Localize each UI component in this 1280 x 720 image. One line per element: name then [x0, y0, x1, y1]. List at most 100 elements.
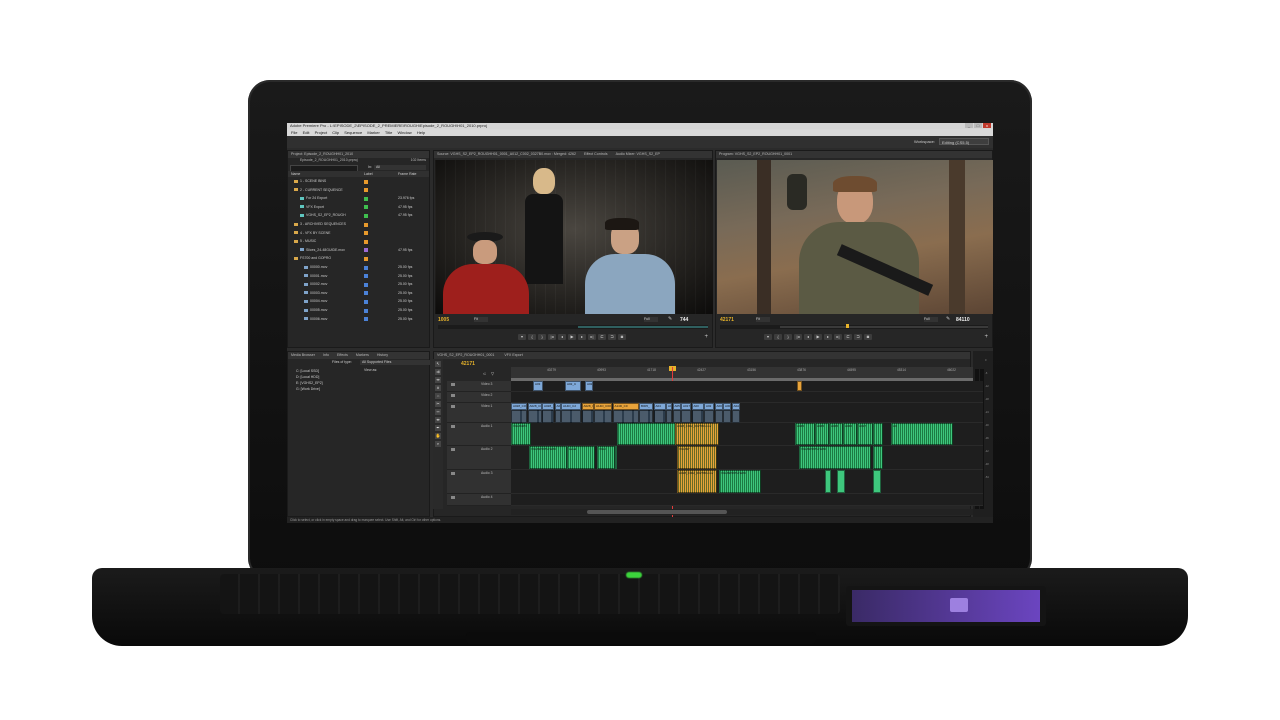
menu-help[interactable]: Help: [417, 130, 425, 135]
timeline-clip[interactable]: A02_C: [585, 381, 593, 391]
project-item-row[interactable]: VGHS_S2_EP2_ROUGH 47.95 fps: [288, 211, 429, 220]
project-item-row[interactable]: 00005.mov 25.00 fps: [288, 306, 429, 315]
timeline-clip[interactable]: A04: [653, 403, 666, 410]
program-playhead[interactable]: [846, 324, 849, 328]
timeline-clip[interactable]: [527, 410, 542, 423]
timeline-clip[interactable]: [511, 410, 527, 423]
timeline-timecode[interactable]: 42171: [461, 361, 475, 367]
timeline-clip[interactable]: A028_C032: [511, 403, 527, 410]
rolling-edit-tool-icon[interactable]: #: [435, 385, 441, 391]
lift-icon[interactable]: ⊏: [844, 334, 852, 340]
timeline-clip[interactable]: [612, 410, 639, 423]
timeline-clip[interactable]: [653, 410, 666, 423]
timeline-clip[interactable]: [542, 410, 554, 423]
project-item-row[interactable]: Slices_24-48GUIDE.mov 47.95 fps: [288, 246, 429, 255]
track-header-audio-2[interactable]: Audio 2: [447, 446, 511, 470]
maximize-button[interactable]: □: [974, 123, 982, 128]
track-lane[interactable]: [511, 494, 983, 506]
track-header-audio-1[interactable]: Audio 1: [447, 423, 511, 446]
timeline-clip[interactable]: VGHS3P3: [511, 423, 531, 445]
files-of-type-select[interactable]: All Supported Files: [360, 360, 430, 365]
tab-sequence[interactable]: VGHS_S2_EP2_ROUGHH01_0001: [437, 352, 494, 359]
track-header-video-1[interactable]: Video 1: [447, 403, 511, 423]
timeline-clip[interactable]: [594, 410, 612, 423]
timeline-clip[interactable]: A05: [672, 403, 681, 410]
menu-window[interactable]: Window: [397, 130, 411, 135]
menu-file[interactable]: File: [291, 130, 297, 135]
track-lane[interactable]: A028_C002_0327BF.mov VGHSP26TH.WAV: [511, 470, 983, 494]
program-time-ruler[interactable]: [720, 324, 988, 329]
project-folder-row[interactable]: 4 - VFX BY SCENE: [288, 229, 429, 238]
tab-effect-controls[interactable]: Effect Controls: [584, 151, 608, 158]
timeline-clip[interactable]: [873, 470, 881, 493]
timeline-clip[interactable]: [797, 381, 802, 391]
track-header-video-3[interactable]: Video 3: [447, 381, 511, 392]
mark-out-icon[interactable]: }: [538, 334, 546, 340]
timeline-clip[interactable]: [731, 410, 740, 423]
project-item-row[interactable]: 00004.mov 25.00 fps: [288, 297, 429, 306]
slide-tool-icon[interactable]: ⇼: [435, 417, 441, 423]
timeline-clip[interactable]: A028_C032: [527, 403, 542, 410]
menu-edit[interactable]: Edit: [303, 130, 310, 135]
menu-title[interactable]: Title: [385, 130, 392, 135]
track-lane[interactable]: [511, 392, 983, 403]
timeline-clip[interactable]: A028_C002_0327BF.mov: [675, 423, 719, 445]
timeline-clip[interactable]: [873, 423, 883, 445]
step-back-icon[interactable]: ◂: [558, 334, 566, 340]
timeline-clip[interactable]: VGHSP: [677, 446, 717, 469]
timeline-clip[interactable]: [672, 410, 681, 423]
timeline-clip[interactable]: Level: [567, 446, 595, 469]
hand-tool-icon[interactable]: ✋: [435, 433, 441, 439]
mark-in-icon[interactable]: {: [774, 334, 782, 340]
project-item-row[interactable]: 00001.mov 25.00 fps: [288, 272, 429, 281]
tab-info[interactable]: Info: [323, 352, 329, 359]
marker-icon[interactable]: ▾: [518, 334, 526, 340]
overwrite-icon[interactable]: ⊐: [608, 334, 616, 340]
snap-icon[interactable]: ⊂: [483, 371, 486, 376]
project-folder-row[interactable]: FS700 and GOPRO: [288, 254, 429, 263]
timeline-clip[interactable]: A028_C002_0327BF.mov: [581, 403, 594, 410]
timeline-clip[interactable]: A00: [691, 403, 704, 410]
program-video-frame[interactable]: [717, 160, 993, 314]
timeline-clip[interactable]: A00: [714, 403, 723, 410]
timeline-clip[interactable]: A046: [843, 423, 857, 445]
eye-icon[interactable]: [451, 383, 455, 386]
project-folder-row[interactable]: 1 - SCENE BINS: [288, 177, 429, 186]
go-to-in-icon[interactable]: |◂: [794, 334, 802, 340]
timeline-clip[interactable]: [723, 410, 731, 423]
play-icon[interactable]: ▶: [568, 334, 576, 340]
track-header-video-2[interactable]: Video 2: [447, 392, 511, 403]
track-lane[interactable]: VGHS3P3 A028_C002_0327BF.mov A045 A045 A045 A…: [511, 423, 983, 446]
track-select-tool-icon[interactable]: ⇉: [435, 369, 441, 375]
timeline-clip[interactable]: A045: [815, 423, 829, 445]
speaker-icon[interactable]: [451, 496, 455, 499]
timeline-clip[interactable]: [561, 410, 581, 423]
timeline-clip[interactable]: [873, 446, 883, 469]
eye-icon[interactable]: [451, 394, 455, 397]
timeline-clip[interactable]: [704, 410, 714, 423]
pen-tool-icon[interactable]: ✒: [435, 425, 441, 431]
menu-marker[interactable]: Marker: [367, 130, 379, 135]
source-timecode[interactable]: 1005: [438, 317, 449, 323]
project-item-row[interactable]: 00006.mov 25.00 fps: [288, 315, 429, 324]
slip-tool-icon[interactable]: ⇿: [435, 409, 441, 415]
razor-tool-icon[interactable]: ✂: [435, 401, 441, 407]
add-button-icon[interactable]: +: [704, 334, 708, 340]
step-forward-icon[interactable]: ▸: [824, 334, 832, 340]
go-to-in-icon[interactable]: |◂: [548, 334, 556, 340]
timeline-clip[interactable]: A02_C: [565, 381, 581, 391]
timeline-clip[interactable]: [837, 470, 845, 493]
tab-source[interactable]: Source: VGHS_S2_EP2_ROUGHH01_0001_A012_C…: [437, 151, 576, 158]
timeline-clip[interactable]: [615, 446, 617, 469]
project-folder-row[interactable]: 3 - ARCHIVED SEQUENCES: [288, 220, 429, 229]
timeline-clip[interactable]: A017: [681, 403, 691, 410]
step-back-icon[interactable]: ◂: [804, 334, 812, 340]
in-filter-select[interactable]: All: [374, 165, 426, 170]
timeline-clip[interactable]: A03: [533, 381, 543, 391]
tab-markers[interactable]: Markers: [356, 352, 369, 359]
speaker-icon[interactable]: [451, 448, 455, 451]
tab-history[interactable]: History: [377, 352, 388, 359]
timeline-clip[interactable]: [681, 410, 691, 423]
tab-vfx-export[interactable]: VFX Export: [504, 352, 522, 359]
wrench-icon[interactable]: ✎: [946, 316, 950, 322]
